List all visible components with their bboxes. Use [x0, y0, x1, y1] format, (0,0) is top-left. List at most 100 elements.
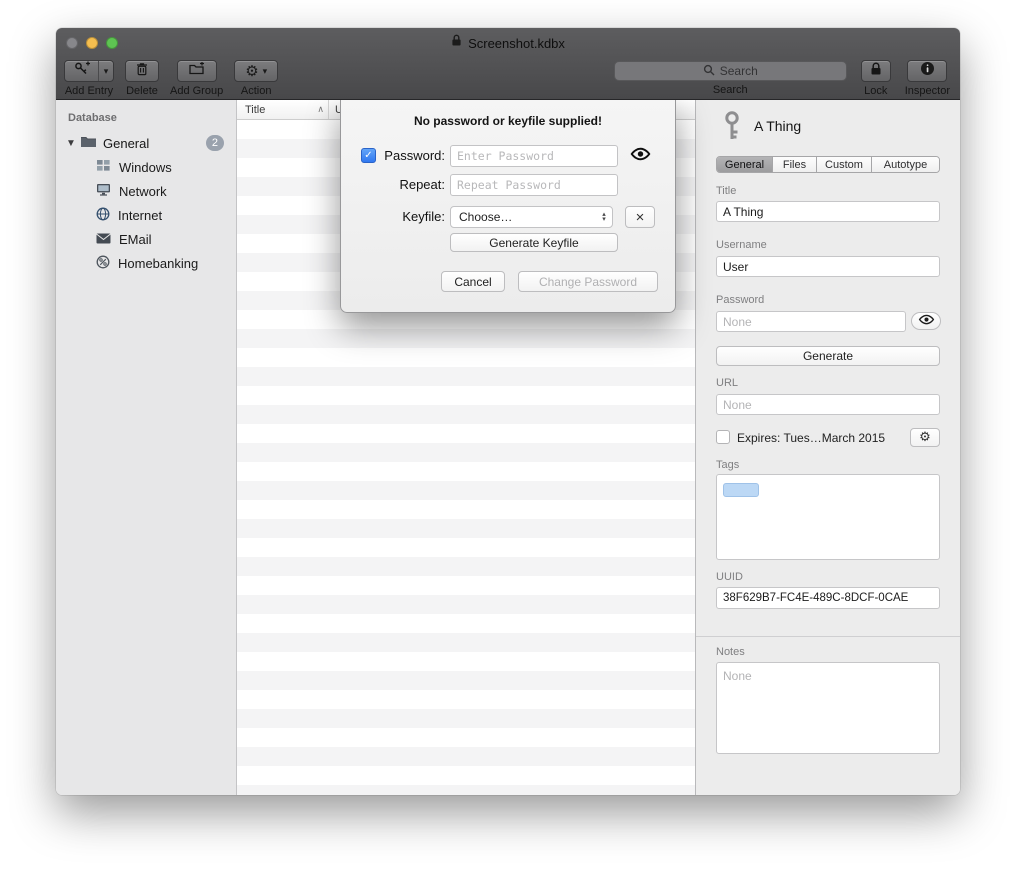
reveal-password-button[interactable] [911, 312, 941, 330]
desktop: Screenshot.kdbx ▾ [0, 0, 1016, 873]
trash-icon [136, 62, 148, 81]
toolbar-item-delete: Delete [125, 60, 159, 97]
add-entry-button[interactable]: ▾ [64, 60, 114, 82]
percent-coin-icon [96, 255, 110, 272]
add-entry-dropdown[interactable]: ▾ [98, 61, 113, 81]
tag-chip[interactable] [723, 483, 759, 497]
sidebar-item-label: Windows [119, 160, 172, 175]
sidebar-item-network[interactable]: Network [56, 179, 236, 203]
toolbar-item-add-group: Add Group [170, 60, 223, 97]
password-field[interactable] [716, 311, 906, 332]
action-button[interactable]: ⚙ ▾ [234, 60, 278, 82]
toolbar-item-add-entry: ▾ Add Entry [64, 60, 114, 97]
notes-box[interactable]: None [716, 662, 940, 754]
sidebar-item-label: Homebanking [118, 256, 198, 271]
uuid-field[interactable] [716, 587, 940, 609]
toolbar-label: Add Entry [65, 85, 113, 97]
lock-button[interactable] [861, 60, 891, 82]
toolbar-item-lock: Lock [861, 60, 891, 97]
window-content: Database ▼ General 2 Windows [56, 100, 960, 795]
toolbar-label: Lock [864, 85, 887, 97]
disclosure-triangle-icon[interactable]: ▼ [66, 138, 80, 149]
notes-placeholder: None [723, 669, 752, 683]
password-label: Password: [377, 148, 445, 163]
window-chrome: Screenshot.kdbx ▾ [56, 28, 960, 100]
password-checkbox[interactable]: ✓ [361, 148, 376, 163]
folder-icon [80, 135, 97, 151]
sidebar-item-windows[interactable]: Windows [56, 155, 236, 179]
inspector-panel: A Thing General Files Custom Autotype Ti… [695, 100, 960, 795]
tab-general[interactable]: General [717, 157, 773, 172]
expires-checkbox[interactable] [716, 430, 730, 444]
check-icon: ✓ [364, 150, 372, 161]
sidebar-group-general[interactable]: ▼ General 2 [56, 131, 236, 155]
globe-icon [96, 207, 110, 224]
search-input[interactable]: Search [614, 61, 847, 81]
app-window: Screenshot.kdbx ▾ [56, 28, 960, 795]
delete-button[interactable] [125, 60, 159, 82]
toolbar-item-inspector: Inspector [905, 60, 950, 97]
sidebar-section-header: Database [56, 108, 236, 131]
notes-field-label: Notes [716, 646, 745, 658]
toolbar-item-search: Search Search [614, 60, 847, 96]
keyfile-label: Keyfile: [377, 209, 445, 224]
tab-autotype[interactable]: Autotype [872, 157, 939, 172]
username-field[interactable] [716, 256, 940, 277]
url-field-label: URL [716, 377, 738, 389]
title-field[interactable] [716, 201, 940, 222]
change-password-sheet: No password or keyfile supplied! ✓ Passw… [340, 100, 676, 313]
url-field[interactable] [716, 394, 940, 415]
network-icon [96, 183, 111, 199]
key-icon [720, 110, 746, 147]
toolbar: ▾ Add Entry Delete [56, 58, 960, 99]
sidebar-item-email[interactable]: EMail [56, 227, 236, 251]
sidebar-item-label: Network [119, 184, 167, 199]
eye-icon [918, 314, 935, 328]
chevron-down-icon: ▾ [263, 67, 268, 76]
keyfile-popup-value: Choose… [451, 210, 598, 224]
key-plus-icon [74, 61, 90, 81]
gear-icon: ⚙ [245, 64, 258, 79]
toolbar-label: Delete [126, 85, 158, 97]
lock-icon [870, 62, 882, 81]
column-header-title[interactable]: Title ∧ [237, 100, 329, 119]
sort-ascending-icon: ∧ [317, 104, 324, 115]
titlebar: Screenshot.kdbx [56, 28, 960, 58]
envelope-icon [96, 232, 111, 247]
sidebar-item-label: EMail [119, 232, 152, 247]
tab-files[interactable]: Files [773, 157, 817, 172]
toolbar-label: Inspector [905, 85, 950, 97]
keyfile-popup[interactable]: Choose… ▴▾ [450, 206, 613, 228]
expires-settings-button[interactable]: ⚙ [910, 428, 940, 447]
tags-field-label: Tags [716, 459, 739, 471]
inspector-tabs: General Files Custom Autotype [716, 156, 940, 173]
clear-keyfile-button[interactable]: × [625, 206, 655, 228]
toolbar-label: Search [713, 84, 748, 96]
reveal-password-button[interactable] [625, 146, 655, 167]
close-x-icon: × [636, 209, 645, 226]
search-icon [703, 64, 715, 79]
tags-box[interactable] [716, 474, 940, 560]
change-password-button[interactable]: Change Password [518, 271, 658, 292]
password-input[interactable] [450, 145, 618, 167]
tab-custom[interactable]: Custom [817, 157, 872, 172]
generate-keyfile-button[interactable]: Generate Keyfile [450, 233, 618, 252]
toolbar-label: Action [241, 85, 272, 97]
sidebar-item-internet[interactable]: Internet [56, 203, 236, 227]
window-title: Screenshot.kdbx [468, 36, 565, 51]
generate-password-button[interactable]: Generate [716, 346, 940, 366]
group-count-badge: 2 [206, 135, 224, 151]
info-icon [920, 61, 935, 81]
sheet-message: No password or keyfile supplied! [341, 114, 675, 128]
inspector-button[interactable] [907, 60, 947, 82]
document-proxy-icon [451, 34, 462, 52]
repeat-input[interactable] [450, 174, 618, 196]
sidebar-item-homebanking[interactable]: Homebanking [56, 251, 236, 275]
entry-title: A Thing [754, 118, 801, 134]
expires-label: Expires: Tues…March 2015 [737, 431, 885, 445]
cancel-button[interactable]: Cancel [441, 271, 505, 292]
add-group-button[interactable] [177, 60, 217, 82]
toolbar-label: Add Group [170, 85, 223, 97]
sidebar-group-label: General [103, 136, 149, 151]
username-field-label: Username [716, 239, 767, 251]
